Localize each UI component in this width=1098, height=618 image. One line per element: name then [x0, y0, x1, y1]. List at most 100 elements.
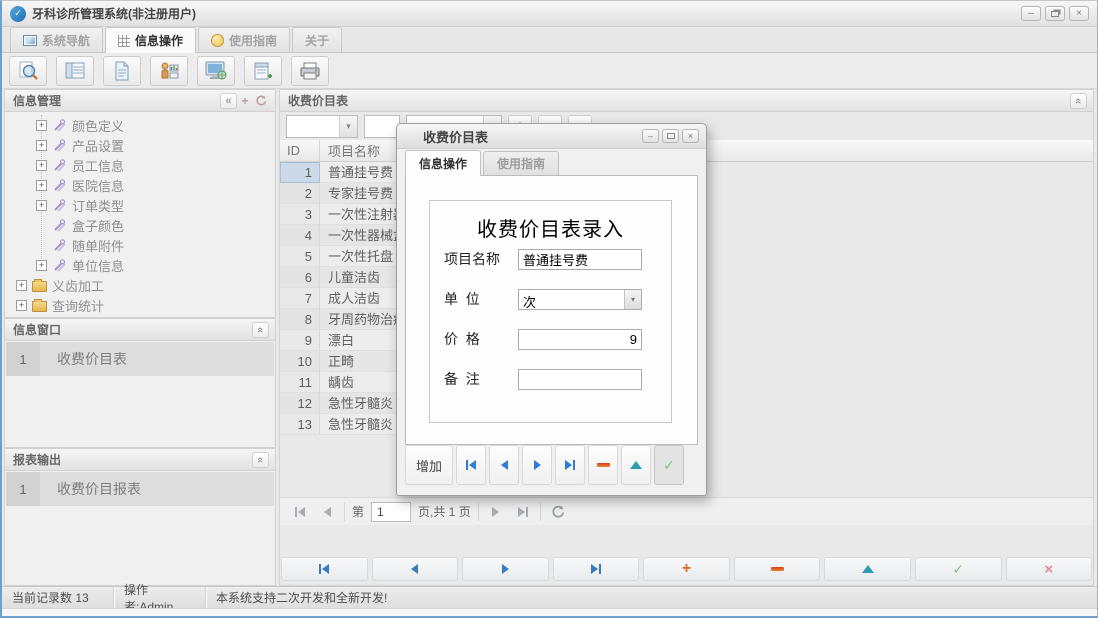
add-button[interactable]: 增加	[405, 445, 453, 485]
price-list-dialog: 收费价目表 – × 信息操作 使用指南 收费价目表录入 项目名称 单 位 次 ▾	[396, 123, 707, 496]
item-name-input[interactable]	[518, 249, 642, 270]
tree-item[interactable]: 员工信息	[5, 155, 275, 175]
cell-id[interactable]: 13	[280, 414, 320, 435]
collapse-up-icon[interactable]: «	[252, 452, 269, 468]
delete-record-button[interactable]	[588, 445, 618, 485]
unit-select[interactable]: 次 ▾	[518, 289, 642, 310]
cell-id[interactable]: 6	[280, 267, 320, 288]
expand-plus-icon[interactable]	[36, 140, 47, 151]
cell-id[interactable]: 10	[280, 351, 320, 372]
cell-id[interactable]: 8	[280, 309, 320, 330]
tree-item[interactable]: 医院信息	[5, 175, 275, 195]
cancel-button[interactable]	[1006, 557, 1093, 581]
cell-id[interactable]: 3	[280, 204, 320, 225]
dialog-maximize-button[interactable]	[662, 129, 679, 143]
close-button[interactable]: ×	[1069, 6, 1089, 21]
last-record-button[interactable]	[555, 445, 585, 485]
item-number: 1	[6, 472, 40, 506]
tree-item[interactable]: 查询统计	[5, 295, 275, 315]
collapse-left-icon[interactable]: «	[220, 93, 237, 109]
expand-plus-icon[interactable]	[36, 200, 47, 211]
tree-item[interactable]: 产品设置	[5, 135, 275, 155]
chevron-down-icon: ▾	[624, 290, 641, 309]
plus-icon[interactable]: +	[237, 93, 253, 109]
tree-item[interactable]: 随单附件	[5, 235, 275, 255]
next-record-button[interactable]	[462, 557, 549, 581]
bottom-strip	[2, 608, 1097, 616]
tree-item[interactable]: 单位信息	[5, 255, 275, 275]
expand-plus-icon[interactable]	[16, 280, 27, 291]
cell-id[interactable]: 5	[280, 246, 320, 267]
cell-id[interactable]: 4	[280, 225, 320, 246]
tree-item[interactable]: 盒子颜色	[5, 215, 275, 235]
document-button[interactable]	[103, 56, 141, 86]
table-add-button[interactable]	[244, 56, 282, 86]
cell-id[interactable]: 1	[280, 162, 320, 183]
cell-id[interactable]: 12	[280, 393, 320, 414]
staff-report-button[interactable]	[150, 56, 188, 86]
tab-about[interactable]: 关于	[292, 27, 342, 52]
edit-record-button[interactable]	[824, 557, 911, 581]
unit-select-value: 次	[519, 290, 624, 309]
field-label-unit: 单 位	[444, 289, 480, 309]
tools-icon	[52, 218, 67, 232]
dialog-tab-info-operation[interactable]: 信息操作	[405, 150, 481, 176]
filter-combobox[interactable]: ▾	[286, 115, 358, 138]
confirm-button[interactable]	[654, 445, 684, 485]
tree-item[interactable]: 颜色定义	[5, 115, 275, 135]
dialog-close-button[interactable]: ×	[682, 129, 699, 143]
next-page-icon[interactable]	[486, 502, 506, 522]
delete-record-button[interactable]	[734, 557, 821, 581]
tab-user-guide[interactable]: 使用指南	[198, 27, 290, 52]
expand-plus-icon[interactable]	[16, 300, 27, 311]
printer-button[interactable]	[291, 56, 329, 86]
dialog-tab-user-guide[interactable]: 使用指南	[483, 151, 559, 175]
tab-info-operation[interactable]: 信息操作	[105, 27, 196, 53]
check-icon	[663, 458, 675, 472]
last-page-icon[interactable]	[513, 502, 533, 522]
main-panel-header: 收费价目表 «	[280, 90, 1093, 112]
edit-record-button[interactable]	[621, 445, 651, 485]
cell-id[interactable]: 9	[280, 330, 320, 351]
cell-id[interactable]: 11	[280, 372, 320, 393]
filter-input[interactable]	[364, 115, 400, 138]
cell-id[interactable]: 7	[280, 288, 320, 309]
tab-system-nav[interactable]: 系统导航	[10, 27, 103, 52]
refresh-icon[interactable]	[253, 93, 269, 109]
prev-record-button[interactable]	[372, 557, 459, 581]
restore-button[interactable]	[1045, 6, 1065, 21]
minimize-button[interactable]: –	[1021, 6, 1041, 21]
column-header-id[interactable]: ID	[280, 140, 320, 161]
dialog-minimize-button[interactable]: –	[642, 129, 659, 143]
info-tree: 颜色定义 产品设置 员工信息	[5, 112, 275, 315]
price-input[interactable]	[518, 329, 642, 350]
prev-record-button[interactable]	[489, 445, 519, 485]
tree-item[interactable]: 义齿加工	[5, 275, 275, 295]
first-record-button[interactable]	[281, 557, 368, 581]
refresh-icon[interactable]	[548, 502, 568, 522]
data-table-button[interactable]	[56, 56, 94, 86]
info-window-item[interactable]: 1 收费价目表	[6, 342, 274, 376]
preview-search-button[interactable]	[9, 56, 47, 86]
first-page-icon[interactable]	[290, 502, 310, 522]
monitor-globe-button[interactable]	[197, 56, 235, 86]
minus-icon	[597, 463, 610, 467]
add-record-button[interactable]	[643, 557, 730, 581]
expand-plus-icon[interactable]	[36, 180, 47, 191]
collapse-up-icon[interactable]: «	[252, 322, 269, 338]
page-number-input[interactable]	[371, 502, 411, 522]
confirm-button[interactable]	[915, 557, 1002, 581]
expand-plus-icon[interactable]	[36, 120, 47, 131]
remark-input[interactable]	[518, 369, 642, 390]
last-record-button[interactable]	[553, 557, 640, 581]
expand-plus-icon[interactable]	[36, 260, 47, 271]
next-record-button[interactable]	[522, 445, 552, 485]
panel-header: 信息管理 « +	[5, 90, 275, 112]
cell-id[interactable]: 2	[280, 183, 320, 204]
expand-plus-icon[interactable]	[36, 160, 47, 171]
prev-page-icon[interactable]	[317, 502, 337, 522]
report-output-item[interactable]: 1 收费价目报表	[6, 472, 274, 506]
tree-item[interactable]: 订单类型	[5, 195, 275, 215]
first-record-button[interactable]	[456, 445, 486, 485]
collapse-up-icon[interactable]: «	[1070, 93, 1087, 109]
